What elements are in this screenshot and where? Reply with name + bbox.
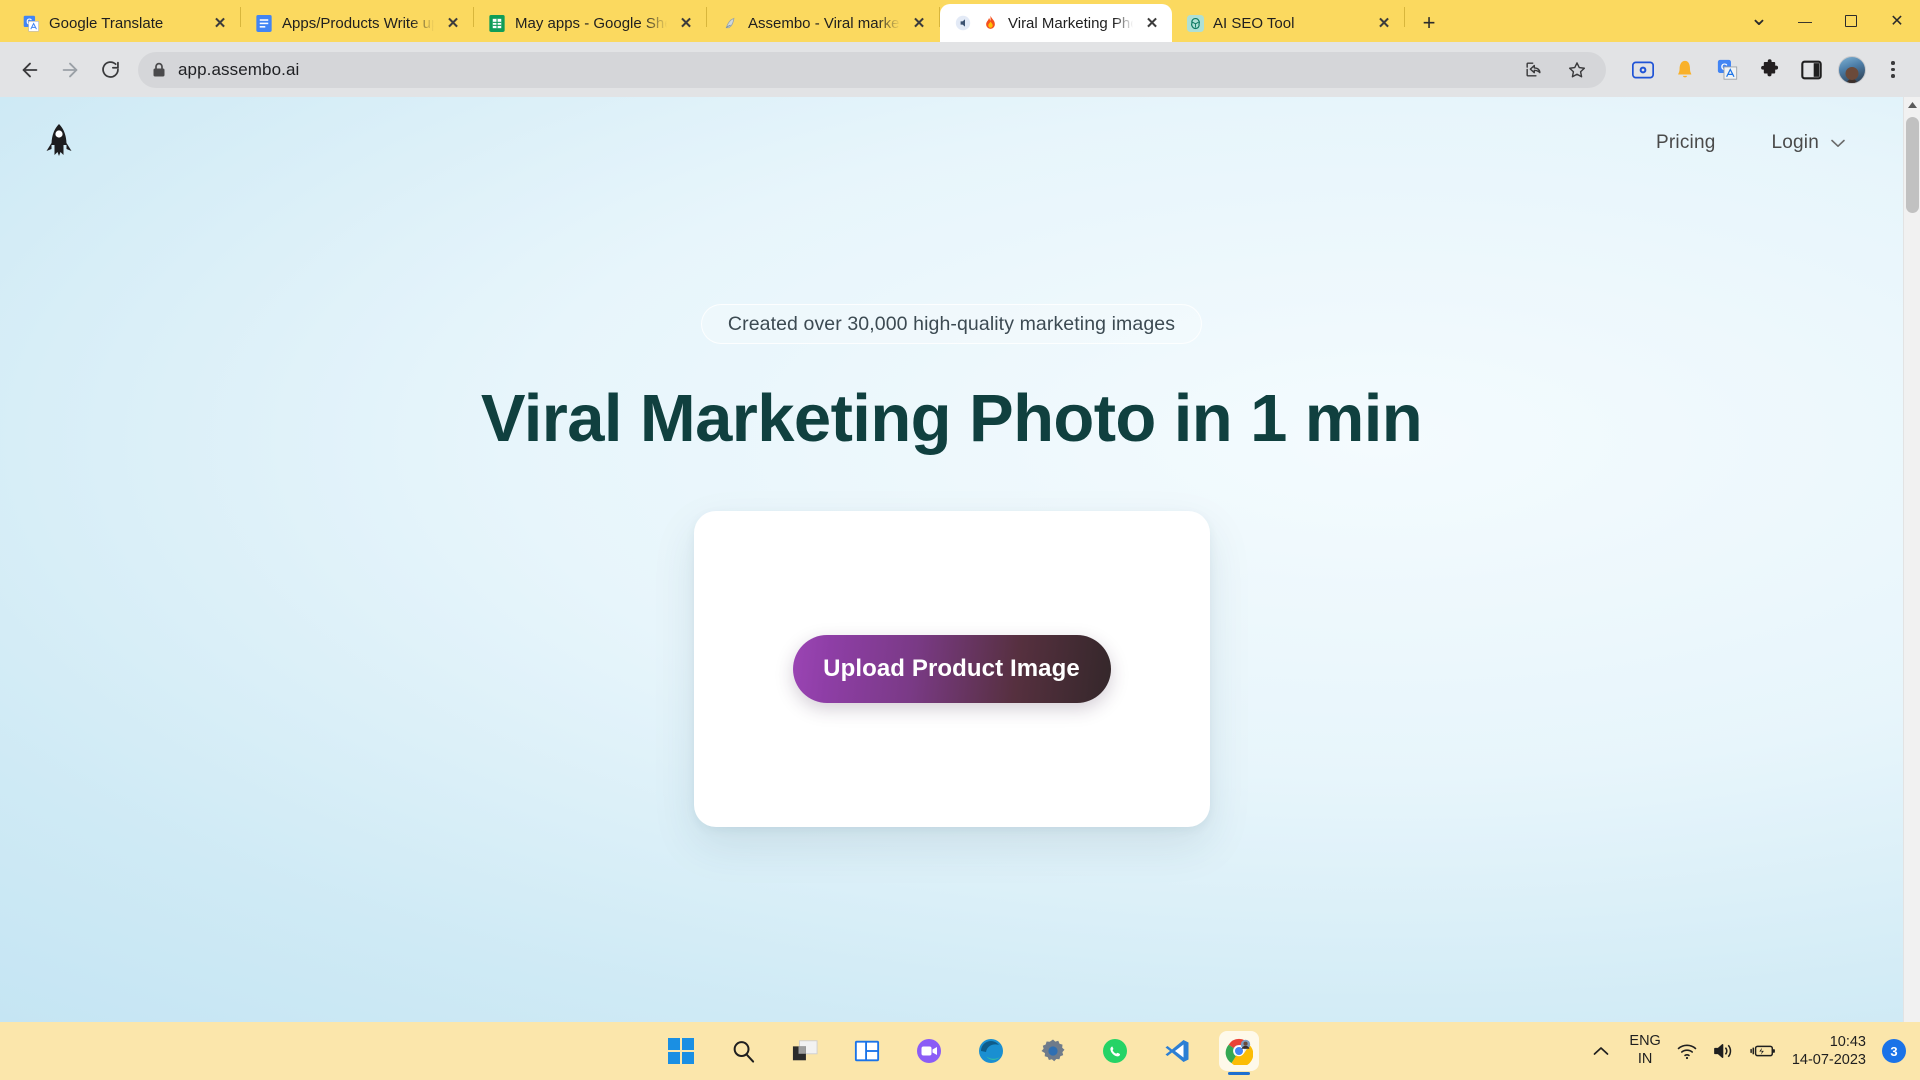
google-docs-icon bbox=[255, 14, 273, 32]
page-title: Viral Marketing Photo in 1 min bbox=[480, 381, 1423, 456]
bell-icon[interactable] bbox=[1670, 55, 1700, 85]
tab-strip: G Google Translate ✕ Apps/Products Write… bbox=[0, 0, 1920, 42]
nav-login-label: Login bbox=[1771, 132, 1819, 153]
page-viewport: Pricing Login Created over 30,000 high-q… bbox=[0, 97, 1920, 1080]
side-panel-icon[interactable] bbox=[1796, 55, 1826, 85]
upload-card: Upload Product Image bbox=[693, 511, 1210, 828]
scroll-up-arrow-icon[interactable] bbox=[1904, 97, 1920, 114]
assembo-icon bbox=[721, 14, 739, 32]
chevron-down-icon bbox=[1831, 137, 1845, 150]
tab-close-button[interactable]: ✕ bbox=[909, 13, 929, 33]
clock[interactable]: 10:43 14-07-2023 bbox=[1792, 1033, 1866, 1069]
browser-tab[interactable]: Apps/Products Write up - G ✕ bbox=[241, 4, 473, 42]
page-scrollbar[interactable] bbox=[1903, 97, 1920, 1080]
nav-link-pricing[interactable]: Pricing bbox=[1656, 132, 1715, 154]
forward-arrow-icon[interactable] bbox=[52, 52, 88, 88]
clock-date: 14-07-2023 bbox=[1791, 1052, 1866, 1068]
close-window-button[interactable] bbox=[1874, 0, 1920, 42]
browser-tab[interactable]: AI SEO Tool ✕ bbox=[1172, 4, 1404, 42]
task-view-icon[interactable] bbox=[785, 1031, 825, 1071]
back-arrow-icon[interactable] bbox=[12, 52, 48, 88]
language-indicator[interactable]: ENG IN bbox=[1629, 1033, 1660, 1068]
upload-product-image-button[interactable]: Upload Product Image bbox=[792, 635, 1111, 704]
windows-start-icon[interactable] bbox=[661, 1031, 701, 1071]
openai-icon bbox=[1186, 14, 1204, 32]
whatsapp-icon[interactable] bbox=[1095, 1031, 1135, 1071]
tab-title: Apps/Products Write up - G bbox=[282, 14, 434, 32]
tab-search-button[interactable] bbox=[1736, 0, 1782, 42]
vs-code-icon[interactable] bbox=[1157, 1031, 1197, 1071]
tab-title: Viral Marketing Photos i bbox=[1008, 14, 1133, 32]
volume-icon[interactable] bbox=[1713, 1042, 1734, 1060]
browser-tab[interactable]: May apps - Google Sheets ✕ bbox=[474, 4, 706, 42]
tab-title: Google Translate bbox=[49, 14, 164, 32]
system-tray: ENG IN 10:43 14-07-2023 3 bbox=[1589, 1022, 1906, 1080]
tab-audio-playing-icon[interactable] bbox=[954, 14, 972, 32]
url-text: app.assembo.ai bbox=[178, 59, 300, 79]
tab-close-button[interactable]: ✕ bbox=[1374, 13, 1394, 33]
tab-title: AI SEO Tool bbox=[1213, 14, 1295, 32]
notification-badge[interactable]: 3 bbox=[1882, 1039, 1906, 1063]
microsoft-edge-icon[interactable] bbox=[971, 1031, 1011, 1071]
tab-close-button[interactable]: ✕ bbox=[676, 13, 696, 33]
omnibox-actions bbox=[1518, 55, 1592, 85]
site-navigation: Pricing Login bbox=[1656, 132, 1845, 154]
battery-charging-icon[interactable] bbox=[1750, 1043, 1776, 1059]
fire-icon bbox=[981, 14, 999, 32]
hero-section: Created over 30,000 high-quality marketi… bbox=[0, 189, 1903, 828]
reload-icon[interactable] bbox=[92, 52, 128, 88]
browser-window: G Google Translate ✕ Apps/Products Write… bbox=[0, 0, 1920, 1080]
browser-tab[interactable]: Assembo - Viral marketing ✕ bbox=[707, 4, 939, 42]
taskbar-apps bbox=[661, 1022, 1259, 1080]
browser-tab[interactable]: G Google Translate ✕ bbox=[8, 4, 240, 42]
puzzle-extensions-icon[interactable] bbox=[1754, 55, 1784, 85]
share-icon[interactable] bbox=[1518, 55, 1548, 85]
clock-time: 10:43 bbox=[1829, 1033, 1866, 1050]
search-icon[interactable] bbox=[723, 1031, 763, 1071]
address-bar[interactable]: app.assembo.ai bbox=[138, 51, 1606, 88]
tab-title: Assembo - Viral marketing bbox=[748, 14, 900, 32]
google-translate-extension-icon[interactable]: G bbox=[1712, 55, 1742, 85]
tab-close-button[interactable]: ✕ bbox=[443, 13, 463, 33]
profile-avatar[interactable] bbox=[1838, 55, 1866, 84]
google-sheets-icon bbox=[488, 14, 506, 32]
minimize-button[interactable] bbox=[1782, 0, 1828, 42]
toolbar-extensions: G bbox=[1618, 55, 1908, 85]
rocket-logo-icon[interactable] bbox=[44, 123, 78, 163]
screenshot-icon[interactable] bbox=[1628, 55, 1658, 85]
wifi-icon[interactable] bbox=[1677, 1043, 1697, 1060]
web-page: Pricing Login Created over 30,000 high-q… bbox=[0, 97, 1903, 1080]
new-tab-button[interactable]: + bbox=[1413, 7, 1445, 39]
chevron-up-icon[interactable] bbox=[1589, 1043, 1613, 1059]
google-chrome-icon[interactable] bbox=[1219, 1031, 1259, 1071]
site-header: Pricing Login bbox=[0, 97, 1903, 189]
settings-gear-icon[interactable] bbox=[1033, 1031, 1073, 1071]
google-translate-icon: G bbox=[22, 14, 40, 32]
scrollbar-thumb[interactable] bbox=[1906, 117, 1919, 213]
tab-separator bbox=[1404, 7, 1405, 27]
browser-tab-active[interactable]: Viral Marketing Photos i ✕ bbox=[940, 4, 1172, 42]
window-controls bbox=[1736, 0, 1920, 42]
tab-close-button[interactable]: ✕ bbox=[210, 13, 230, 33]
windows-taskbar: ENG IN 10:43 14-07-2023 3 bbox=[0, 1022, 1920, 1080]
star-icon[interactable] bbox=[1562, 55, 1592, 85]
stats-badge: Created over 30,000 high-quality marketi… bbox=[700, 304, 1203, 344]
maximize-button[interactable] bbox=[1828, 0, 1874, 42]
kebab-menu-icon[interactable] bbox=[1878, 55, 1908, 85]
widgets-icon[interactable] bbox=[847, 1031, 887, 1071]
language-bottom: IN bbox=[1637, 1051, 1653, 1067]
lock-icon bbox=[152, 62, 166, 78]
browser-toolbar: app.assembo.ai bbox=[0, 42, 1920, 97]
language-top: ENG bbox=[1629, 1033, 1661, 1050]
nav-link-login[interactable]: Login bbox=[1772, 132, 1846, 154]
zoom-icon[interactable] bbox=[909, 1031, 949, 1071]
tab-close-button[interactable]: ✕ bbox=[1142, 13, 1162, 33]
tab-title: May apps - Google Sheets bbox=[515, 14, 667, 32]
